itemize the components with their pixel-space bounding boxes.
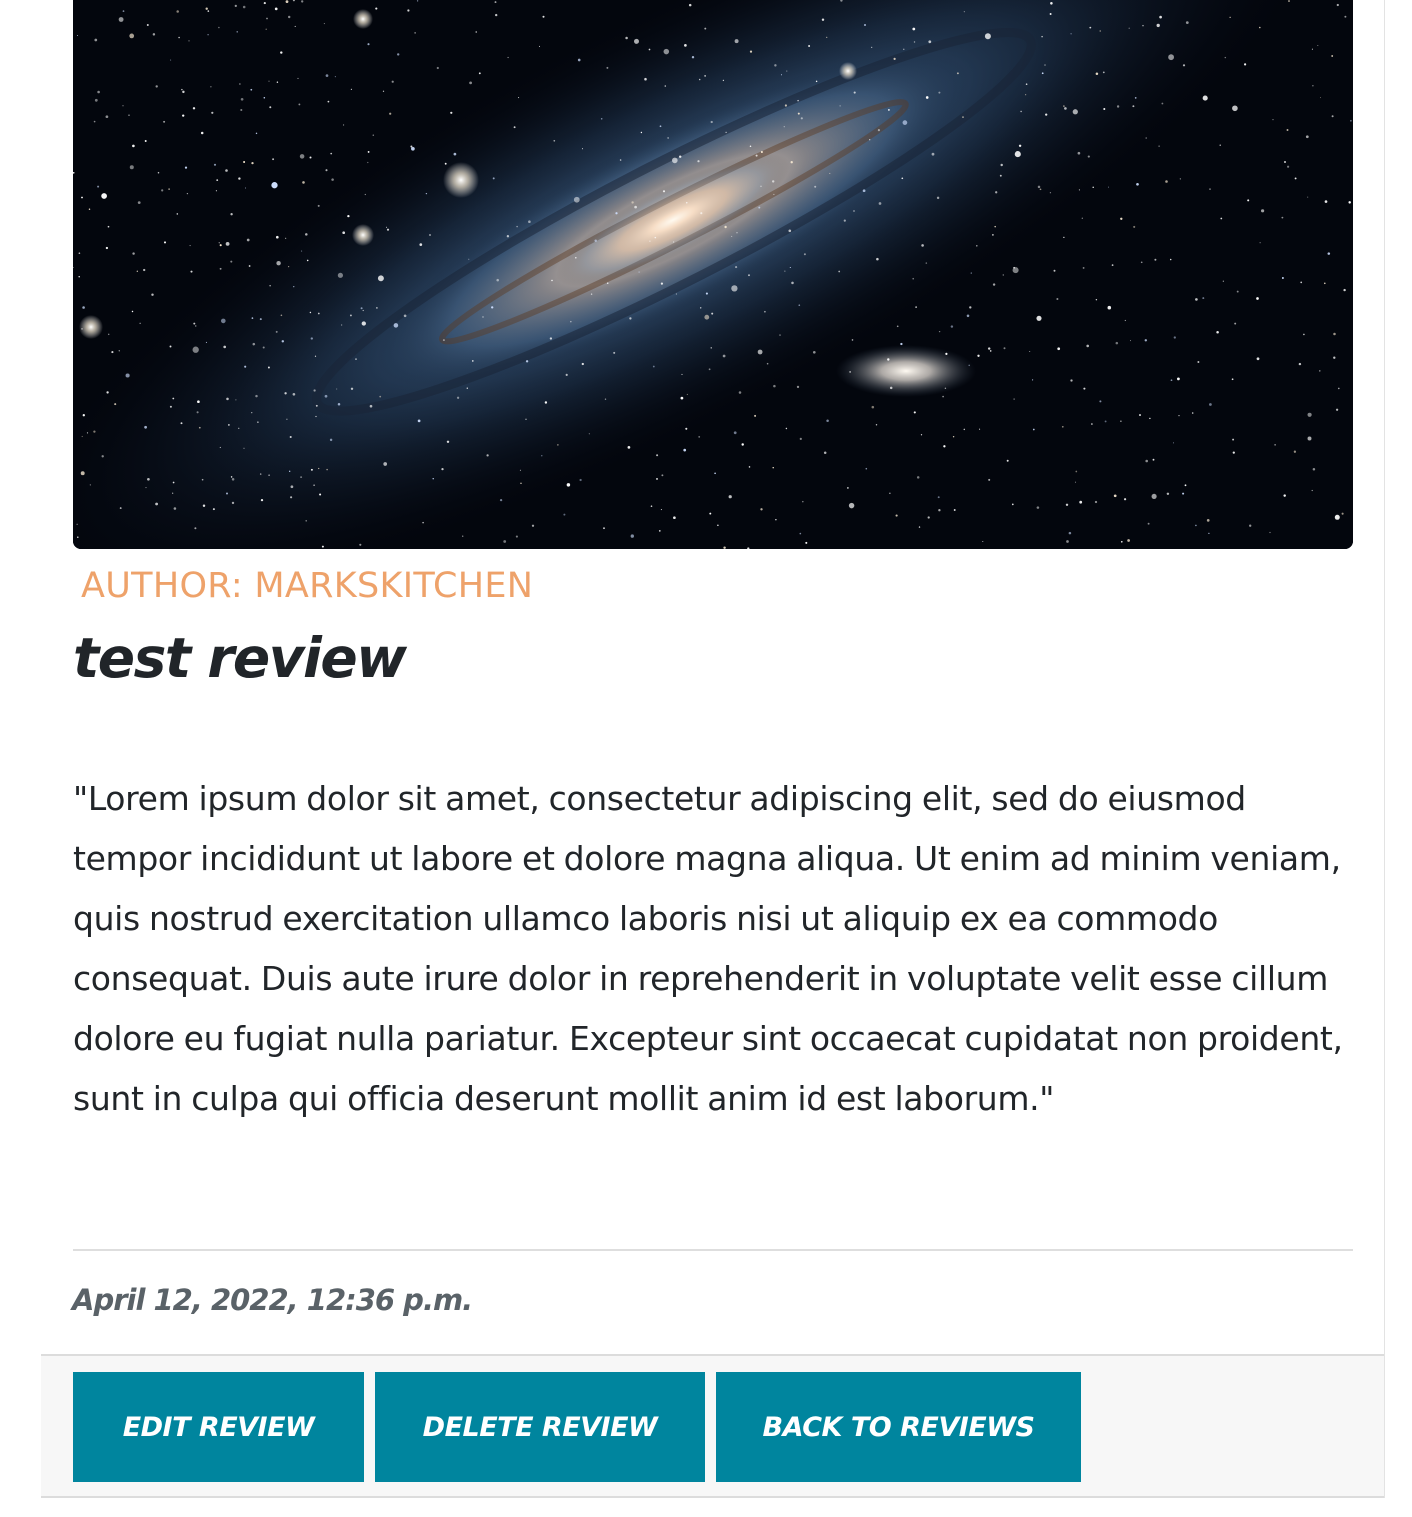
edit-review-button[interactable]: EDIT REVIEW (73, 1372, 364, 1482)
galaxy-image (73, 0, 1353, 549)
delete-review-button[interactable]: DELETE REVIEW (375, 1372, 705, 1482)
back-to-reviews-button[interactable]: BACK TO REVIEWS (716, 1372, 1081, 1482)
review-body: "Lorem ipsum dolor sit amet, consectetur… (73, 779, 1343, 1118)
review-date: April 12, 2022, 12:36 p.m. (72, 1283, 473, 1317)
divider (73, 1249, 1353, 1251)
author-label: AUTHOR: MARKSKITCHEN (81, 566, 534, 606)
review-title: test review (73, 626, 407, 690)
